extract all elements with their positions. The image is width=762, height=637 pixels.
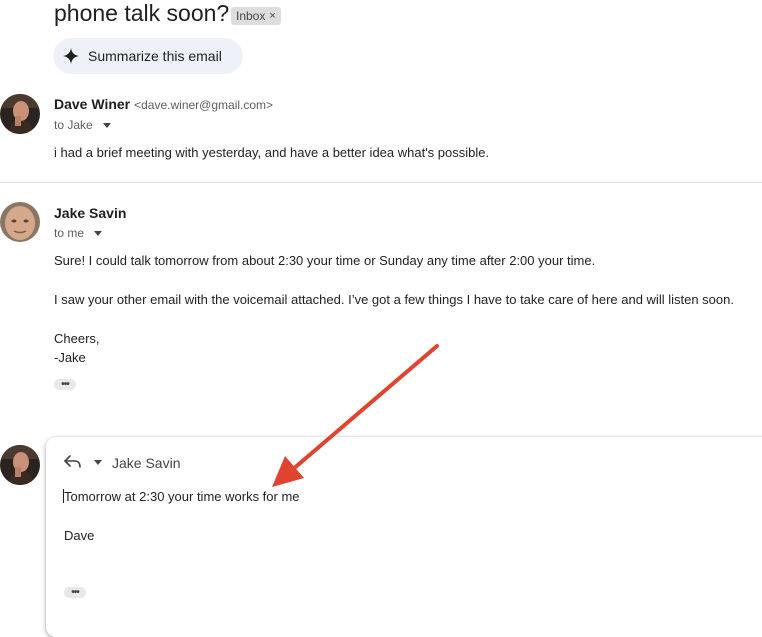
annotation-arrow <box>272 344 439 487</box>
